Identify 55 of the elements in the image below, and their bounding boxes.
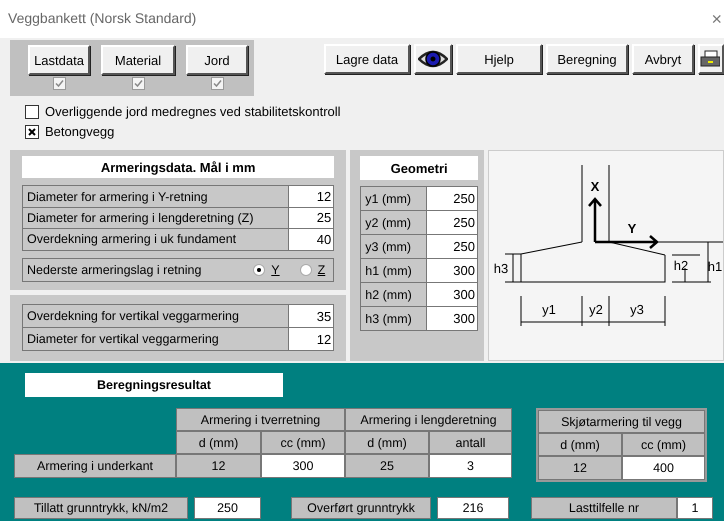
dimension-label: y2 — [589, 302, 603, 317]
field-label: Nederste armeringslag i retning — [27, 262, 202, 277]
toolbar-button[interactable]: Avbryt — [632, 44, 694, 74]
table-cell: 3 — [429, 454, 512, 478]
axis-label: X — [590, 179, 600, 194]
dimension-label: h3 — [494, 261, 508, 276]
checkbox-label: Betongvegg — [45, 124, 114, 139]
checkbox[interactable] — [25, 104, 39, 118]
table-cell: 12 — [538, 456, 622, 480]
column-header: d (mm) — [176, 431, 261, 454]
result-label: Overført grunntrykk — [291, 497, 431, 519]
column-header: antall — [429, 431, 512, 454]
toolbar-button[interactable]: Hjelp — [456, 44, 542, 74]
table-cell: 12 — [176, 454, 261, 478]
radio-label: Z — [318, 262, 326, 277]
radio-option[interactable]: Z — [300, 262, 326, 277]
panel-title: Armeringsdata. Mål i mm — [22, 156, 334, 178]
toolbar-button[interactable]: Beregning — [546, 44, 628, 74]
axis-label: Y — [628, 221, 636, 236]
radio-label: Y — [271, 262, 280, 277]
result-value: 1 — [677, 497, 713, 519]
toolbar-button[interactable]: Lagre data — [324, 44, 410, 74]
window-title: Veggbankett (Norsk Standard) — [8, 10, 196, 26]
result-value: 216 — [437, 497, 509, 519]
dimension-label: h2 — [674, 258, 688, 273]
column-header: d (mm) — [345, 431, 429, 454]
table-cell: 25 — [345, 454, 429, 478]
table-cell: 400 — [622, 456, 705, 480]
column-header: cc (mm) — [622, 433, 705, 456]
dimension-label: y1 — [542, 302, 556, 317]
dimension-label: h1 — [708, 259, 722, 274]
panel-title: Geometri — [360, 156, 478, 180]
row-header: Armering i underkant — [14, 454, 176, 478]
table-cell: 300 — [261, 454, 345, 478]
close-button[interactable]: × — [705, 8, 724, 30]
result-label: Tillatt grunntrykk, kN/m2 — [14, 497, 188, 519]
column-group-header: Armering i tverretning — [176, 408, 345, 431]
view-button[interactable] — [414, 44, 452, 74]
radio-button[interactable] — [300, 264, 312, 276]
cross-icon — [28, 128, 36, 136]
column-group-header: Armering i lengderetning — [345, 408, 512, 431]
column-header: cc (mm) — [261, 431, 345, 454]
column-group-header: Skjøtarmering til vegg — [538, 410, 705, 433]
column-header: d (mm) — [538, 433, 622, 456]
radio-option[interactable]: Y — [253, 262, 280, 277]
dot-icon — [257, 268, 262, 272]
checkbox[interactable] — [25, 124, 39, 138]
printer-icon — [700, 49, 720, 69]
result-label: Lasttilfelle nr — [531, 497, 677, 519]
result-value: 250 — [194, 497, 261, 519]
dimension-label: y3 — [630, 302, 644, 317]
checkbox-label: Overliggende jord medregnes ved stabilitetskontroll — [45, 104, 341, 119]
panel-title: Beregningsresultat — [25, 373, 283, 397]
radio-button[interactable] — [253, 264, 266, 276]
print-button[interactable] — [698, 44, 724, 74]
